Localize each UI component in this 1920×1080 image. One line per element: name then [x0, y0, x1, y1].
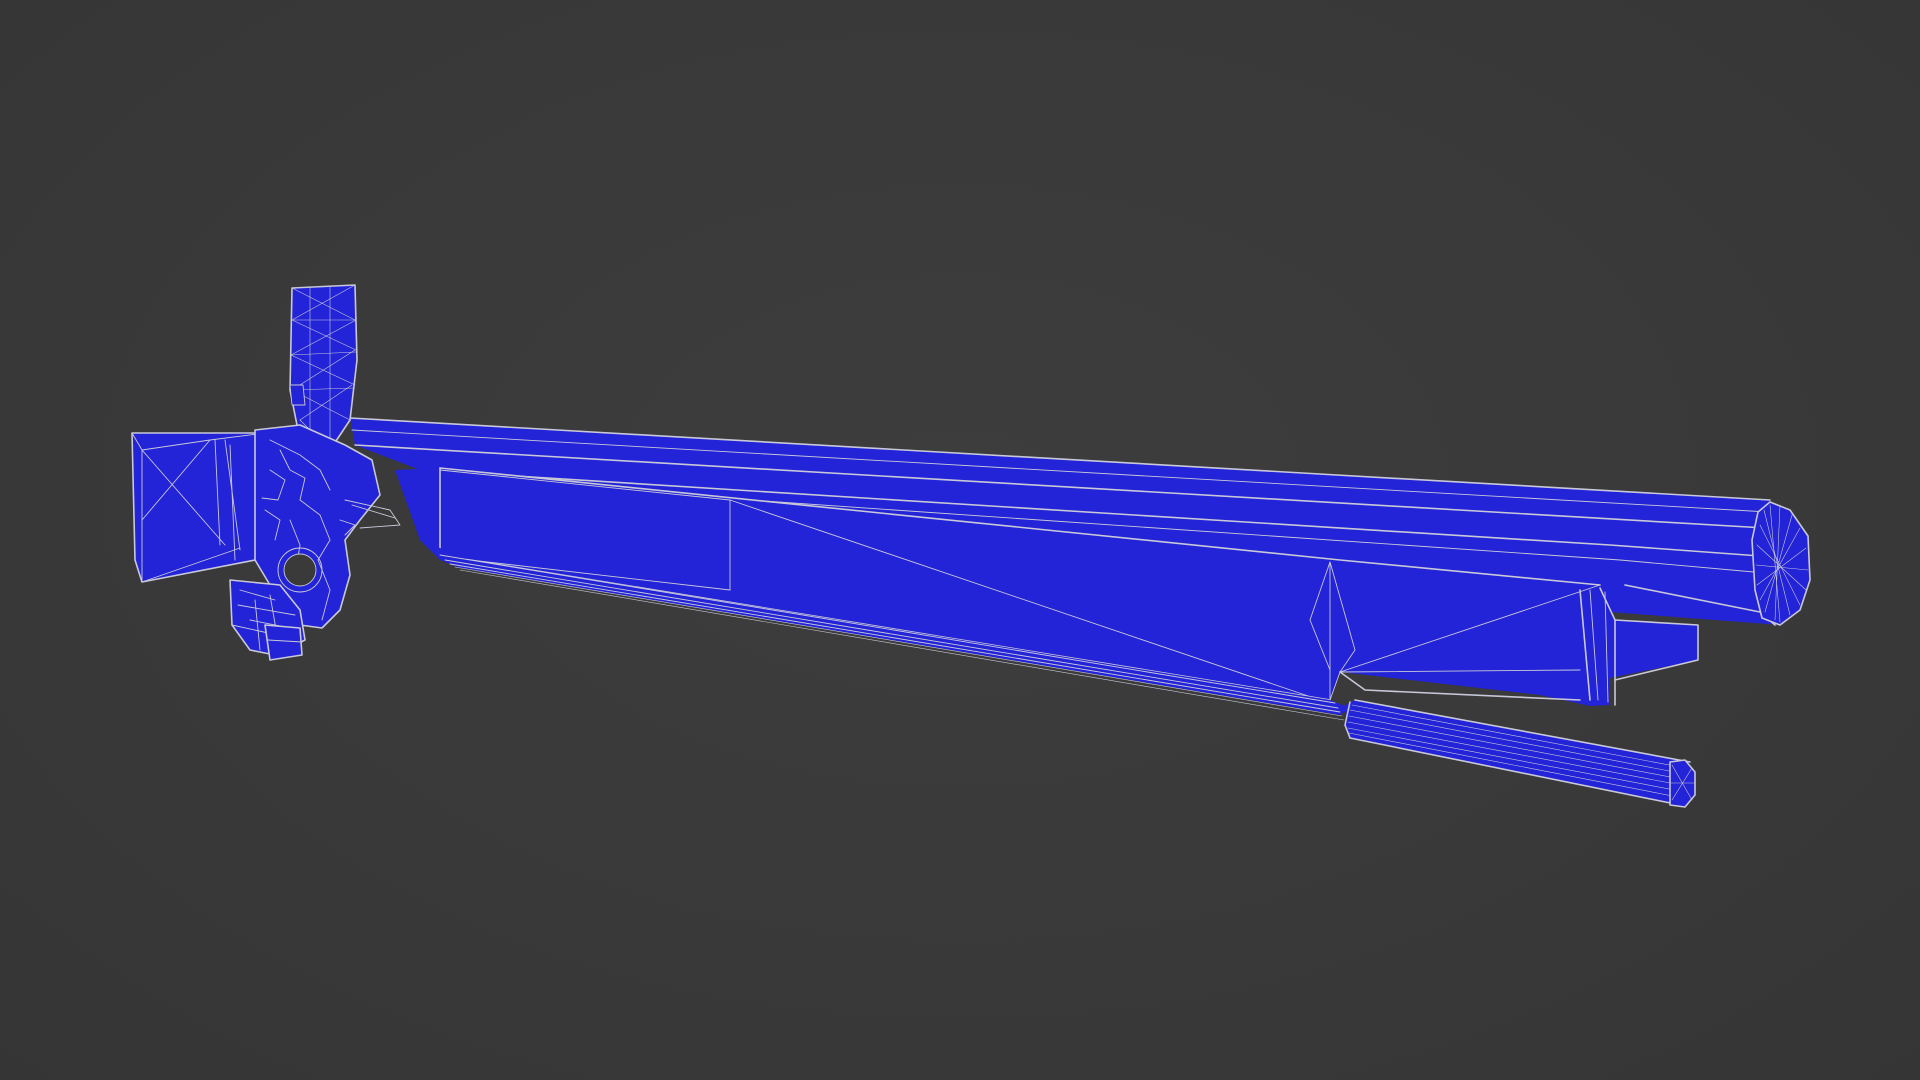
- wireframe-model[interactable]: [0, 0, 1920, 1080]
- 3d-viewport[interactable]: [0, 0, 1920, 1080]
- cleaning-rod: [1344, 699, 1696, 808]
- muzzle-cap: [1751, 501, 1811, 626]
- rear-block: [131, 432, 271, 583]
